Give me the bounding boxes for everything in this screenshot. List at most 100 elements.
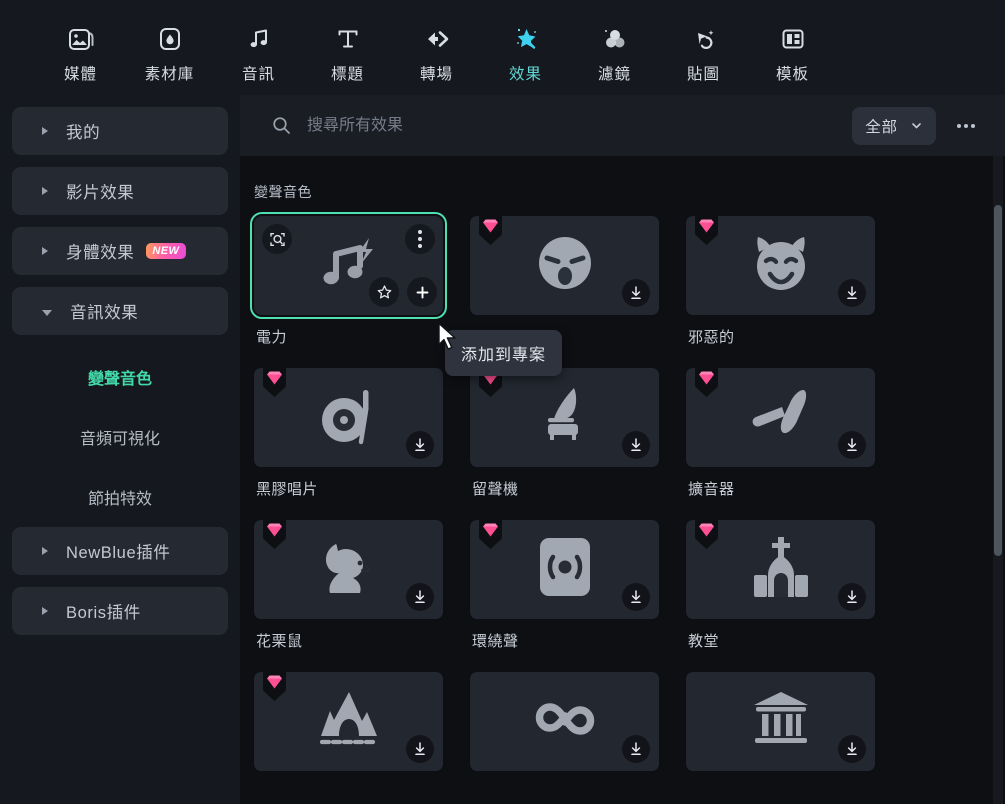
effect-card[interactable]: 教堂 <box>686 519 875 672</box>
download-button[interactable] <box>406 735 434 763</box>
download-button[interactable] <box>838 735 866 763</box>
effect-card[interactable]: 擴音器 <box>686 367 875 520</box>
effect-card[interactable] <box>470 672 659 804</box>
download-button[interactable] <box>406 431 434 459</box>
add-to-project-button[interactable] <box>407 277 437 307</box>
download-button[interactable] <box>622 431 650 459</box>
effect-thumbnail[interactable] <box>686 672 875 771</box>
effect-card[interactable]: 環繞聲 <box>470 519 659 672</box>
effects-grid: 電力 邪惡的 黑膠唱片 留聲機 擴音器 花栗鼠 環繞聲 教堂 <box>240 202 1005 804</box>
sidebar-subitem-audio-visualizer[interactable]: 音頻可視化 <box>0 407 240 467</box>
effect-card[interactable]: 邪惡的 <box>686 215 875 368</box>
premium-gem-icon <box>263 671 286 701</box>
download-button[interactable] <box>622 279 650 307</box>
sidebar-item-label: 我的 <box>66 124 101 142</box>
tired-face-icon <box>535 233 595 298</box>
gramophone-icon <box>534 384 596 451</box>
download-button[interactable] <box>838 279 866 307</box>
stock-library-icon <box>155 19 185 59</box>
sidebar-subitem-beat-effects[interactable]: 節拍特效 <box>0 467 240 527</box>
toolbar-tab-effects[interactable]: 效果 <box>481 11 570 85</box>
toolbar-tab-stock-library[interactable]: 素材庫 <box>125 11 214 85</box>
scrollbar-track[interactable] <box>993 156 1003 804</box>
toolbar-tab-template[interactable]: 模板 <box>748 11 837 85</box>
infinity-icon <box>529 697 601 746</box>
effect-thumbnail[interactable] <box>254 671 443 771</box>
megaphone-icon <box>748 385 814 450</box>
kebab-dot <box>418 230 422 235</box>
chevron-right-icon <box>42 607 48 615</box>
effect-thumbnail[interactable] <box>686 215 875 315</box>
section-title: 變聲音色 <box>254 184 312 200</box>
toolbar-tab-audio[interactable]: 音訊 <box>214 11 303 85</box>
toolbar-tab-transition[interactable]: 轉場 <box>392 11 481 85</box>
sidebar-item-boris-plugin[interactable]: Boris插件 <box>12 587 228 635</box>
audio-note-icon <box>244 19 274 59</box>
sidebar-item-mine[interactable]: 我的 <box>12 107 228 155</box>
effect-thumbnail[interactable] <box>470 519 659 619</box>
sidebar-item-audio-effects[interactable]: 音訊效果 <box>12 287 228 335</box>
effects-grid-area: 變聲音色 電力 邪惡的 黑膠唱片 留聲機 擴音器 花栗鼠 環繞聲 教堂 <box>240 156 1005 804</box>
download-button[interactable] <box>622 583 650 611</box>
effect-card[interactable] <box>254 671 443 804</box>
effect-thumbnail[interactable] <box>470 367 659 467</box>
effect-thumbnail[interactable] <box>470 215 659 315</box>
sidebar-item-label: Boris插件 <box>66 604 141 622</box>
tooltip: 添加到專案 <box>445 330 563 376</box>
toolbar-tab-label: 模板 <box>775 65 809 83</box>
effect-card[interactable]: 電力 <box>250 212 447 368</box>
effect-thumbnail[interactable] <box>254 367 443 467</box>
effect-thumbnail[interactable] <box>686 367 875 467</box>
download-button[interactable] <box>622 735 650 763</box>
toolbar-tab-label: 音訊 <box>241 65 275 83</box>
toolbar-tab-sticker[interactable]: 貼圖 <box>659 11 748 85</box>
preview-zoom-icon-button[interactable] <box>262 224 292 254</box>
effect-thumbnail[interactable] <box>250 212 447 319</box>
template-layout-icon <box>778 19 808 59</box>
toolbar-tab-label: 媒體 <box>63 65 97 83</box>
sidebar-subitem-label: 變聲音色 <box>87 371 152 388</box>
effect-card-label: 教堂 <box>688 633 720 650</box>
effect-thumbnail[interactable] <box>254 519 443 619</box>
effect-card[interactable]: 花栗鼠 <box>254 519 443 672</box>
toolbar-tab-filters[interactable]: 濾鏡 <box>570 11 659 85</box>
effect-card-label: 電力 <box>256 329 288 346</box>
top-toolbar: 媒體 素材庫 音訊 標題 轉場 效果 濾鏡 貼圖 模板 <box>0 0 1005 95</box>
chevron-down-icon <box>42 309 52 316</box>
download-button[interactable] <box>838 431 866 459</box>
sidebar-subitem-voice-changer[interactable]: 變聲音色 <box>0 347 240 407</box>
effect-card-label: 黑膠唱片 <box>256 481 319 498</box>
effect-thumbnail[interactable] <box>686 519 875 619</box>
toolbar-tab-label: 素材庫 <box>144 65 195 83</box>
media-icon <box>66 19 96 59</box>
download-button[interactable] <box>406 583 434 611</box>
effects-sparkle-icon <box>510 19 542 59</box>
scrollbar-thumb[interactable] <box>994 205 1002 556</box>
sidebar-item-newblue-plugin[interactable]: NewBlue插件 <box>12 527 228 575</box>
effect-card-label: 擴音器 <box>688 481 735 498</box>
kebab-dot <box>418 243 422 248</box>
more-options-button[interactable] <box>950 110 982 142</box>
kebab-menu-icon-button[interactable] <box>405 224 435 254</box>
church-icon <box>750 535 812 604</box>
squirrel-icon <box>318 536 380 603</box>
effect-card[interactable]: 留聲機 <box>470 367 659 520</box>
download-button[interactable] <box>838 583 866 611</box>
kebab-dot <box>418 237 422 241</box>
effect-card[interactable] <box>686 672 875 804</box>
premium-gem-icon <box>695 215 718 245</box>
favorite-star-button[interactable] <box>369 277 399 307</box>
toolbar-tab-label: 標題 <box>330 65 364 83</box>
search-input[interactable] <box>307 105 852 146</box>
filter-dropdown[interactable]: 全部 <box>852 106 936 145</box>
toolbar-tab-title[interactable]: 標題 <box>303 11 392 85</box>
sidebar-item-body-effects[interactable]: 身體效果 NEW <box>12 227 228 275</box>
toolbar-tab-media[interactable]: 媒體 <box>36 11 125 85</box>
transition-icon <box>421 19 453 59</box>
museum-hall-icon <box>750 690 812 753</box>
sidebar-item-video-effects[interactable]: 影片效果 <box>12 167 228 215</box>
chevron-right-icon <box>42 547 48 555</box>
effect-card-label: 邪惡的 <box>688 329 735 346</box>
effect-card[interactable]: 黑膠唱片 <box>254 367 443 520</box>
effect-thumbnail[interactable] <box>470 672 659 771</box>
